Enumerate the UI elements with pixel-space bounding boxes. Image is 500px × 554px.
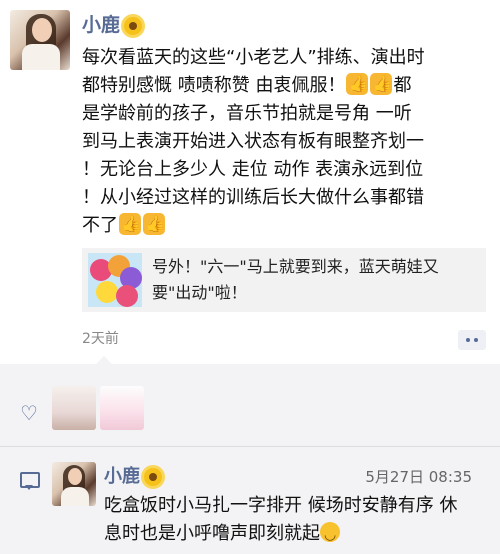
comment-text: 吃盒饭时小马扎一字排开 候场时安静有序 休息时也是小呼噜声即刻就起	[104, 492, 464, 549]
divider	[0, 446, 500, 447]
author-name[interactable]: 小鹿	[82, 10, 143, 37]
commenter-name[interactable]: 小鹿	[104, 462, 162, 488]
link-thumbnail	[88, 253, 142, 307]
thumbs-up-icon	[143, 213, 165, 235]
link-title: 号外！"六一"马上就要到来，蓝天萌娃又要"出动"啦！	[152, 257, 439, 302]
comment-date: 5月27日 08:35	[365, 468, 472, 486]
shared-link-card[interactable]: 号外！"六一"马上就要到来，蓝天萌娃又要"出动"啦！	[82, 248, 486, 312]
sunflower-emoji-icon	[144, 468, 162, 486]
smile-emoji-icon	[320, 521, 340, 549]
interaction-panel: ♡ 小鹿 5月27日 08:35 吃盒饭时小马扎一字排开 候场时安静有序 休息时…	[0, 356, 500, 554]
sunflower-emoji-icon	[124, 16, 143, 35]
heart-icon: ♡	[20, 401, 38, 425]
liker-avatar[interactable]	[52, 386, 96, 430]
thumbs-up-icon	[370, 73, 393, 95]
moment-post: 小鹿 每次看蓝天的这些“小老艺人”排练、演出时 都特别感慨 啧啧称赞 由衷佩服！…	[0, 0, 500, 375]
post-text: 每次看蓝天的这些“小老艺人”排练、演出时 都特别感慨 啧啧称赞 由衷佩服！都 是…	[82, 44, 494, 240]
commenter-avatar[interactable]	[52, 462, 96, 506]
thumbs-up-icon	[346, 73, 369, 95]
comment-icon	[20, 472, 40, 490]
post-time: 2天前	[82, 331, 119, 347]
author-avatar[interactable]	[10, 10, 70, 70]
liker-avatar[interactable]	[100, 386, 144, 430]
thumbs-up-icon	[119, 213, 141, 235]
more-dots-icon[interactable]	[458, 330, 486, 350]
